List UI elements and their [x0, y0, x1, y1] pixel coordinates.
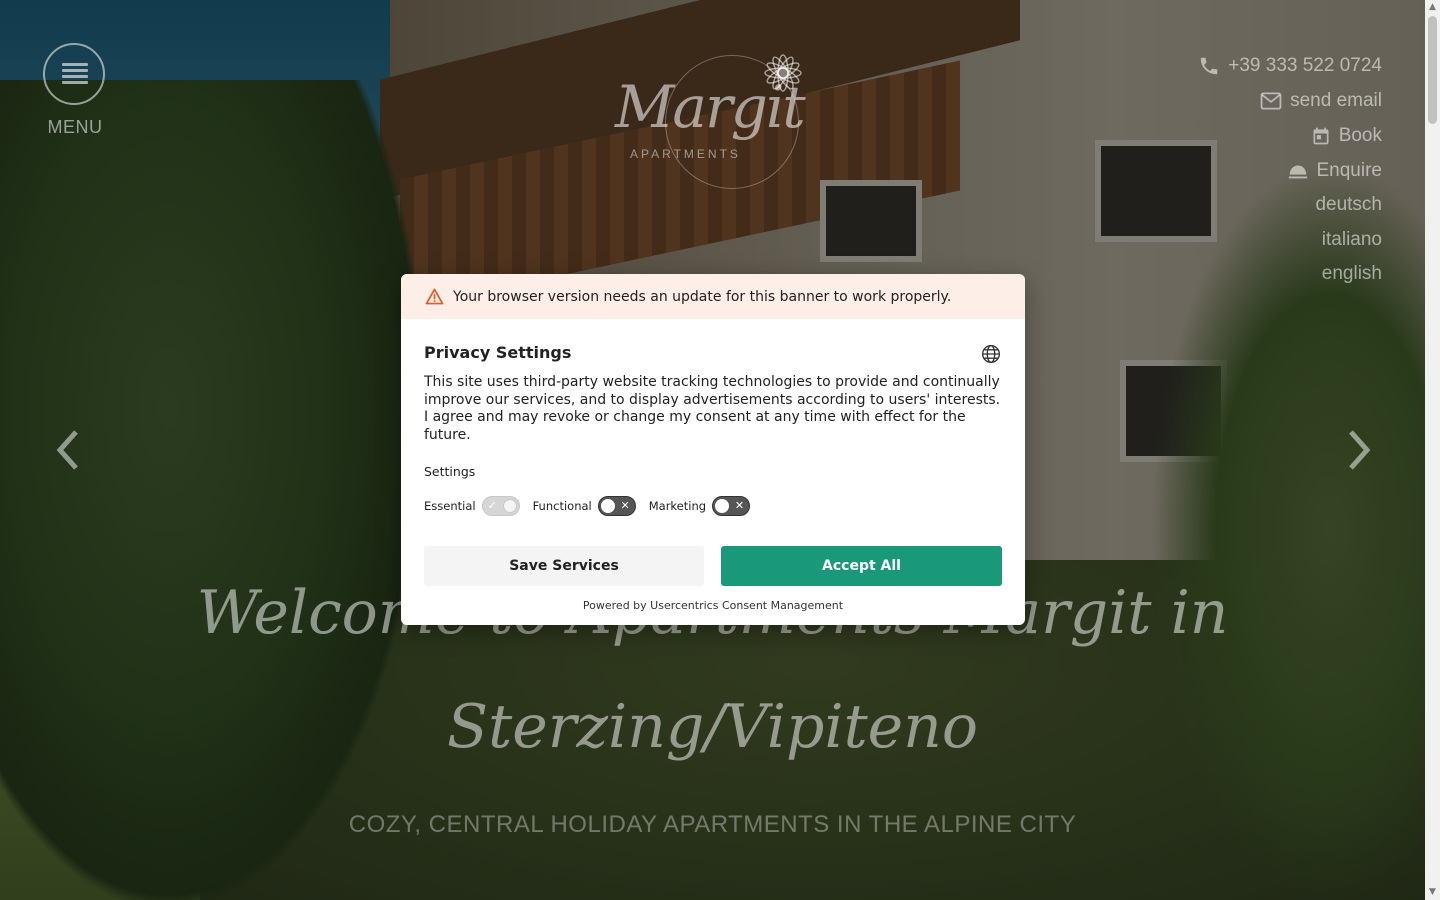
flower-icon: [764, 54, 802, 92]
next-slide-arrow-icon[interactable]: [1345, 428, 1375, 472]
toggle-functional: Functional ✕: [533, 496, 636, 516]
settings-label: Settings: [424, 464, 476, 479]
enquire-link[interactable]: Enquire: [1198, 153, 1382, 188]
lang-english[interactable]: english: [1198, 257, 1382, 292]
site-logo[interactable]: Margit APARTMENTS: [610, 45, 820, 195]
page-scrollbar[interactable]: ▲ ▼: [1425, 0, 1440, 900]
powered-by-link[interactable]: Powered by Usercentrics Consent Manageme…: [401, 599, 1025, 612]
browser-warning-banner: Your browser version needs an update for…: [401, 274, 1025, 319]
x-icon: ✕: [620, 499, 630, 512]
menu-label[interactable]: MENU: [40, 117, 110, 138]
email-link[interactable]: send email: [1198, 83, 1382, 118]
phone-icon: [1201, 57, 1218, 74]
functional-switch[interactable]: ✕: [597, 496, 636, 516]
prev-slide-arrow-icon[interactable]: [52, 428, 82, 472]
top-links: +39 333 522 0724 send email Book Enquire…: [1198, 48, 1382, 292]
x-icon: ✕: [734, 499, 745, 512]
consent-toggles: Essential ✓ Functional ✕ Marketing ✕: [424, 496, 763, 516]
bell-icon: [1288, 165, 1307, 178]
book-link[interactable]: Book: [1198, 118, 1382, 153]
scroll-up-icon[interactable]: ▲: [1425, 0, 1440, 15]
consent-dialog: Your browser version needs an update for…: [401, 274, 1025, 625]
toggle-marketing: Marketing ✕: [649, 496, 751, 516]
lang-italiano[interactable]: italiano: [1198, 223, 1382, 258]
marketing-switch[interactable]: ✕: [712, 496, 751, 516]
scroll-thumb[interactable]: [1428, 16, 1437, 124]
scroll-down-icon[interactable]: ▼: [1425, 885, 1440, 900]
lang-deutsch[interactable]: deutsch: [1198, 188, 1382, 223]
accept-all-button[interactable]: Accept All: [721, 546, 1002, 586]
phone-link[interactable]: +39 333 522 0724: [1198, 48, 1382, 83]
calendar-icon: [1313, 127, 1329, 144]
privacy-description: This site uses third-party website track…: [424, 374, 1001, 443]
privacy-title: Privacy Settings: [424, 343, 572, 362]
save-services-button[interactable]: Save Services: [424, 546, 704, 586]
globe-icon[interactable]: [981, 344, 1001, 364]
hero-title-line2: Sterzing/Vipiteno: [447, 692, 978, 762]
hero-subtitle: COZY, CENTRAL HOLIDAY APARTMENTS IN THE …: [348, 811, 1077, 838]
mail-icon: [1260, 91, 1282, 110]
toggle-essential: Essential ✓: [424, 496, 520, 516]
check-icon: ✓: [487, 499, 497, 512]
hamburger-icon: [62, 63, 88, 85]
logo-subtitle: APARTMENTS: [630, 147, 741, 161]
warning-icon: [425, 288, 444, 305]
essential-switch[interactable]: ✓: [481, 496, 520, 516]
warning-text: Your browser version needs an update for…: [453, 288, 952, 305]
menu-button[interactable]: [43, 43, 105, 105]
